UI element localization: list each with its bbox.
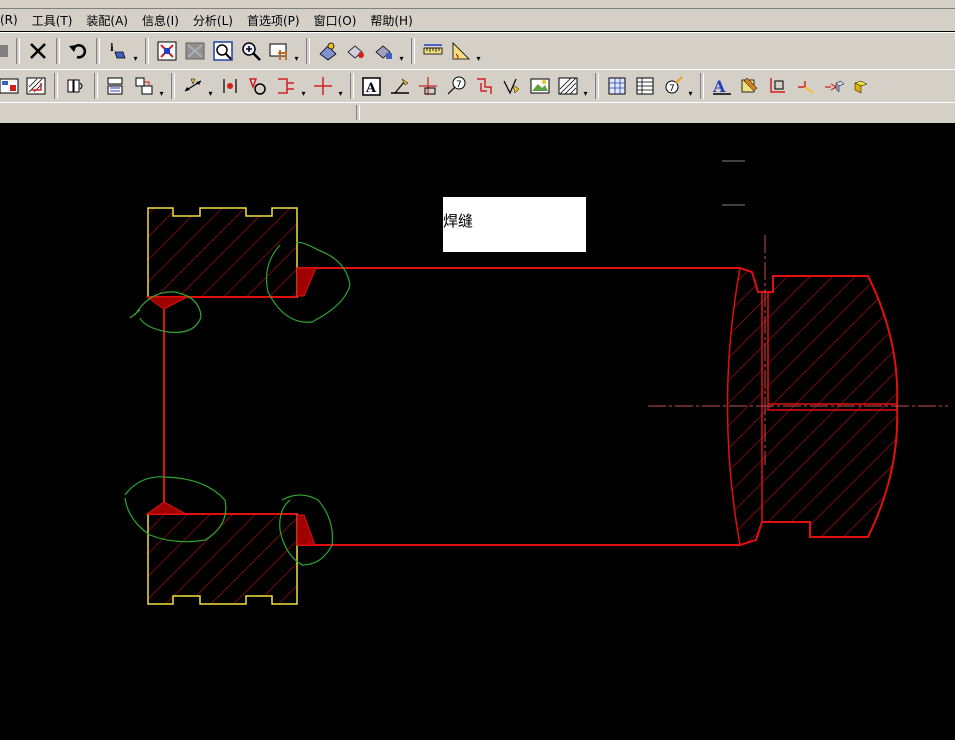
datum-icon[interactable] — [416, 74, 440, 98]
menu-item-analysis[interactable]: 分析(L) — [193, 12, 233, 29]
chevron-down-icon[interactable]: ▾ — [582, 74, 589, 98]
dimension-icon[interactable] — [181, 74, 205, 98]
status-pane-right — [359, 105, 950, 120]
projected-view-icon[interactable] — [132, 74, 156, 98]
fit-icon[interactable] — [155, 39, 179, 63]
menu-item-info[interactable]: 信息(I) — [142, 12, 179, 29]
measure-angle-icon[interactable] — [449, 39, 473, 63]
window-title-strip — [0, 0, 955, 9]
delete-icon[interactable] — [26, 39, 50, 63]
hole-icon[interactable] — [274, 74, 298, 98]
dim-tick-marks — [722, 160, 745, 206]
svg-text:7: 7 — [456, 80, 462, 90]
svg-text:i: i — [110, 43, 114, 54]
zoom-icon[interactable] — [239, 39, 263, 63]
balloon-icon[interactable]: 7 — [444, 74, 468, 98]
note-icon[interactable]: A — [360, 74, 384, 98]
ordinate-icon[interactable] — [218, 74, 242, 98]
layer-icon[interactable] — [316, 39, 340, 63]
section-view-icon[interactable] — [24, 74, 48, 98]
weld-symbol-icon[interactable] — [794, 74, 818, 98]
chevron-down-icon[interactable]: ▾ — [337, 74, 344, 98]
annotation-icon[interactable] — [766, 74, 790, 98]
drafting-toolbar: ▾ ▾ ▾ ▾ A 7 ▾ 7 ▾ A — [0, 69, 955, 103]
standard-toolbar: i ▾ ▾ ▾ ▾ — [0, 32, 955, 70]
menu-item-tools[interactable]: 工具(T) — [32, 12, 73, 29]
toolbar-separator — [145, 38, 149, 64]
zoom-window-icon[interactable] — [211, 39, 235, 63]
svg-text:7: 7 — [669, 84, 675, 94]
view-icon[interactable] — [344, 39, 368, 63]
table-icon[interactable] — [605, 74, 629, 98]
menu-item-r[interactable]: (R) — [0, 13, 18, 27]
chevron-down-icon[interactable]: ▾ — [293, 39, 300, 63]
centerline-icon[interactable] — [311, 74, 335, 98]
toolbar-separator — [96, 38, 100, 64]
menu-item-preferences[interactable]: 首选项(P) — [247, 12, 300, 29]
bottom-flange-section[interactable] — [147, 513, 298, 605]
svg-text:A: A — [365, 81, 377, 96]
toolbar-separator — [350, 73, 354, 99]
weld-annotation-text[interactable]: 焊缝 — [443, 212, 473, 230]
toolbar-separator — [16, 38, 20, 64]
surface-finish-icon[interactable] — [500, 74, 524, 98]
drafting-view-icon[interactable] — [0, 74, 20, 98]
toolbar-separator — [411, 38, 415, 64]
base-view-icon[interactable] — [104, 74, 128, 98]
toolbar-separator — [595, 73, 599, 99]
chevron-down-icon[interactable]: ▾ — [398, 39, 405, 63]
toolbar-separator — [54, 73, 58, 99]
toolbar-separator — [306, 38, 310, 64]
svg-text:A: A — [712, 77, 726, 96]
text-style-icon[interactable]: A — [710, 74, 734, 98]
drawing-canvas[interactable]: 焊缝 — [0, 123, 955, 740]
label-icon[interactable] — [388, 74, 412, 98]
crosshatch-icon[interactable] — [556, 74, 580, 98]
chevron-down-icon[interactable]: ▾ — [475, 39, 482, 63]
toolbar-separator — [700, 73, 704, 99]
toolbar-separator — [94, 73, 98, 99]
detail-view-icon[interactable] — [64, 74, 88, 98]
chevron-down-icon[interactable]: ▾ — [300, 74, 307, 98]
menu-bar: (R) 工具(T) 装配(A) 信息(I) 分析(L) 首选项(P) 窗口(O)… — [0, 9, 955, 31]
info-icon[interactable]: i — [106, 39, 130, 63]
parts-list-icon[interactable] — [633, 74, 657, 98]
undo-icon[interactable] — [66, 39, 90, 63]
id-symbol-icon[interactable]: 7 — [661, 74, 685, 98]
measure-distance-icon[interactable] — [421, 39, 445, 63]
menu-item-help[interactable]: 帮助(H) — [370, 12, 412, 29]
menu-item-window[interactable]: 窗口(O) — [314, 12, 357, 29]
edit-style-icon[interactable] — [738, 74, 762, 98]
chevron-down-icon[interactable]: ▾ — [132, 39, 139, 63]
chevron-down-icon[interactable]: ▾ — [158, 74, 165, 98]
image-icon[interactable] — [528, 74, 552, 98]
pan-icon[interactable] — [267, 39, 291, 63]
chevron-down-icon[interactable]: ▾ — [207, 74, 214, 98]
angular-icon[interactable] — [246, 74, 270, 98]
toolbar-separator — [56, 38, 60, 64]
partial-icon[interactable] — [0, 39, 10, 63]
shaded-icon[interactable] — [183, 39, 207, 63]
object-icon[interactable] — [850, 74, 874, 98]
chevron-down-icon[interactable]: ▾ — [687, 74, 694, 98]
toolbar-separator — [171, 73, 175, 99]
weld-icon[interactable] — [472, 74, 496, 98]
status-pane-left — [0, 105, 357, 120]
status-bar — [0, 102, 955, 124]
display-icon[interactable] — [372, 39, 396, 63]
menu-item-assembly[interactable]: 装配(A) — [86, 12, 128, 29]
weld-beads — [145, 267, 317, 546]
model-icon[interactable] — [822, 74, 846, 98]
